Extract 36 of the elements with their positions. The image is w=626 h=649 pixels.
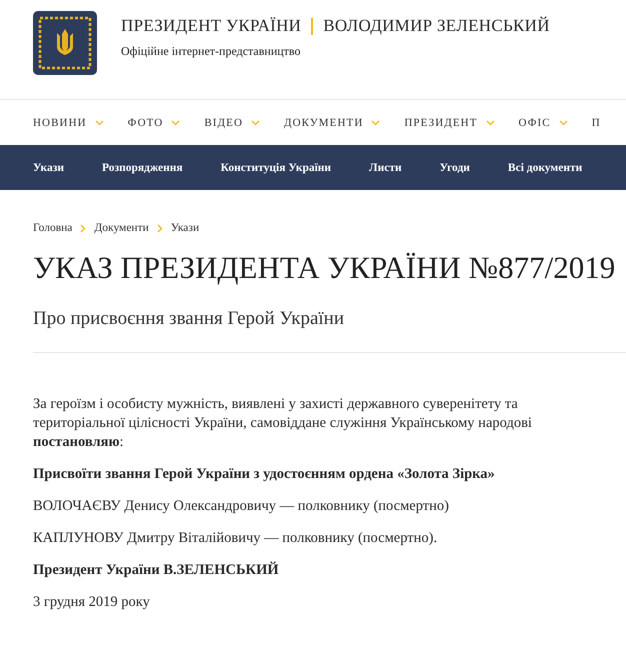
nav-menu-item[interactable]: П xyxy=(592,116,601,128)
nav-menu-item[interactable]: ВІДЕО xyxy=(204,116,260,128)
documents-nav-link[interactable]: Конституція України xyxy=(220,162,332,174)
chevron-down-icon xyxy=(171,120,180,126)
nav-menu-item[interactable]: ДОКУМЕНТИ xyxy=(284,116,380,128)
nav-menu-item[interactable]: ПРЕЗИДЕНТ xyxy=(404,116,495,128)
decree-text: КАПЛУНОВУ Дмитру Віталійовичу — полковнику (посмертно). xyxy=(33,529,438,548)
chevron-right-icon xyxy=(80,224,86,232)
breadcrumb-link[interactable]: Головна xyxy=(33,222,72,234)
document-title: УКАЗ ПРЕЗИДЕНТА УКРАЇНИ №877/2019 xyxy=(33,250,616,286)
decree-text: ВОЛОЧАЄВУ Денису Олександровичу — полковнику (посмертно) xyxy=(33,497,450,516)
documents-nav-link[interactable]: Угоди xyxy=(440,162,470,174)
chevron-down-icon xyxy=(371,120,380,126)
documents-nav-link[interactable]: Листи xyxy=(369,162,402,174)
document-subtitle: Про присвоєння звання Герой України xyxy=(33,308,345,330)
breadcrumb-link[interactable]: Документи xyxy=(94,222,149,234)
breadcrumb-link[interactable]: Укази xyxy=(170,222,200,234)
decree-text: 3 грудня 2019 року xyxy=(33,593,151,612)
nav-menu-item[interactable]: НОВИНИ xyxy=(33,116,104,128)
documents-nav-link[interactable]: Укази xyxy=(33,162,64,174)
documents-nav-link[interactable]: Розпорядження xyxy=(102,162,183,174)
documents-nav-link[interactable]: Всі документи xyxy=(508,162,582,174)
nav-menu-item[interactable]: ОФІС xyxy=(518,116,568,128)
site-subtitle: Офіційне інтернет-представництво xyxy=(121,44,302,59)
site-title: ПРЕЗИДЕНТ УКРАЇНИ xyxy=(121,16,302,36)
chevron-down-icon xyxy=(486,120,495,126)
president-name: ВОЛОДИМИР ЗЕЛЕНСЬКИЙ xyxy=(323,16,550,36)
decree-text: Президент України В.ЗЕЛЕНСЬКИЙ xyxy=(33,561,280,580)
chevron-down-icon xyxy=(251,120,260,126)
chevron-down-icon xyxy=(94,120,104,126)
decree-text: За героїзм і особисту мужність, виявлені у захисті державного суверенітету та територіальної цілісності України, самовіддане служіння Українському народові постановляю: xyxy=(33,395,533,452)
chevron-right-icon xyxy=(156,224,163,232)
decree-text: Присвоїти звання Герой України з удостоєнням ордена «Золота Зірка» xyxy=(33,465,496,484)
trident-logo[interactable] xyxy=(33,11,97,75)
nav-menu-item[interactable]: ФОТО xyxy=(128,116,180,128)
chevron-down-icon xyxy=(558,120,568,126)
